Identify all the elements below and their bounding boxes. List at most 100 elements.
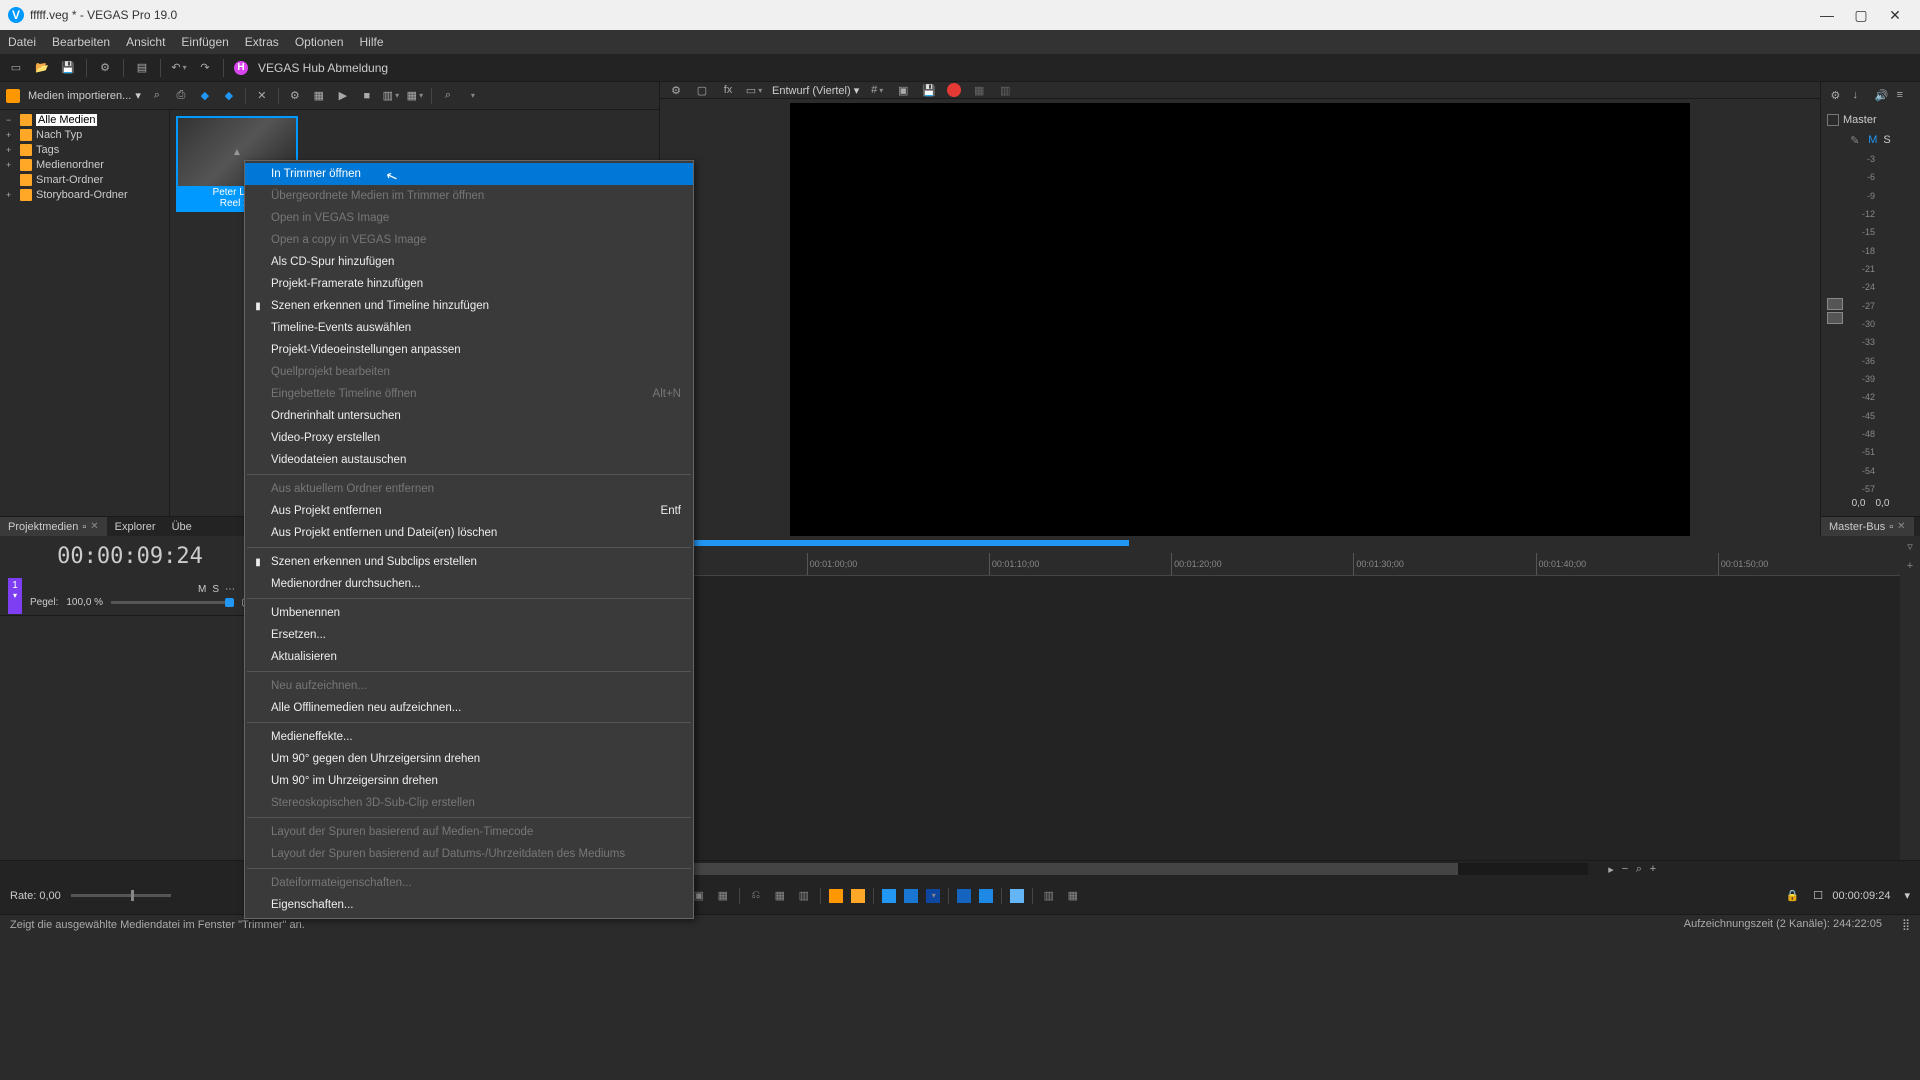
context-menu-item[interactable]: Videodateien austauschen (245, 449, 693, 471)
hub-logout-link[interactable]: VEGAS Hub Abmeldung (258, 61, 388, 75)
tab-close-icon[interactable]: ✕ (1897, 521, 1905, 532)
master-solo-button[interactable]: S (1883, 134, 1890, 146)
maximize-button[interactable]: ▢ (1844, 0, 1878, 30)
tab-square-icon[interactable]: ▫ (82, 521, 86, 533)
play-media-icon[interactable]: ▶ (335, 88, 351, 104)
color-tool-f[interactable] (957, 889, 971, 903)
master-mute-button[interactable]: M (1868, 134, 1877, 146)
auto-ripple-icon[interactable] (882, 889, 896, 903)
compositing-icon[interactable]: ▥ (1041, 888, 1057, 904)
context-menu-item[interactable]: Medieneffekte... (245, 726, 693, 748)
tree-item-by-type[interactable]: +Nach Typ (2, 127, 167, 142)
preview-scale-icon[interactable]: ▦ (971, 82, 987, 98)
tree-item-storyboard-bins[interactable]: +Storyboard-Ordner (2, 187, 167, 202)
menu-help[interactable]: Hilfe (360, 35, 384, 49)
context-menu-item[interactable]: Umbenennen (245, 602, 693, 624)
media-generators-icon[interactable]: ◆ (221, 88, 237, 104)
context-menu-item[interactable]: Als CD-Spur hinzufügen (245, 251, 693, 273)
timecode-menu-icon[interactable]: ▾ (1904, 889, 1910, 902)
media-props-icon[interactable]: ⚙ (287, 88, 303, 104)
meter-routing-icons[interactable] (1827, 298, 1843, 324)
context-menu-item[interactable]: Um 90° gegen den Uhrzeigersinn drehen (245, 748, 693, 770)
ignore-grouping-icon[interactable] (926, 889, 940, 903)
new-project-icon[interactable]: ▭ (8, 60, 24, 76)
menu-file[interactable]: Datei (8, 35, 36, 49)
context-menu-item[interactable]: Video-Proxy erstellen (245, 427, 693, 449)
remove-media-icon[interactable]: ✕ (254, 88, 270, 104)
menu-options[interactable]: Optionen (295, 35, 344, 49)
close-button[interactable]: ✕ (1878, 0, 1912, 30)
preview-record-icon[interactable] (947, 83, 961, 97)
context-menu-item[interactable]: Alle Offlinemedien neu aufzeichnen... (245, 697, 693, 719)
master-insert-icon[interactable]: ↓ (1853, 89, 1867, 103)
tree-item-smart-bins[interactable]: Smart-Ordner (2, 172, 167, 187)
track-fx-icon[interactable]: ⋯ (225, 584, 235, 595)
context-menu-item[interactable]: In Trimmer öffnen (245, 163, 693, 185)
lock-envelopes-icon[interactable] (904, 889, 918, 903)
preview-fx-icon[interactable]: fx (720, 82, 736, 98)
lock-icon[interactable]: 🔒 (1786, 889, 1800, 902)
preview-copy-icon[interactable]: ▣ (895, 82, 911, 98)
preview-quality-dropdown[interactable]: Entwurf (Viertel) ▾ (772, 84, 859, 97)
tab-masterbus[interactable]: Master-Bus ▫ ✕ (1821, 517, 1914, 536)
context-menu-item[interactable]: Ordnerinhalt untersuchen (245, 405, 693, 427)
master-meter[interactable]: -3-6-9-12-15-18-21-24-27-30-33-36-39-42-… (1821, 150, 1920, 498)
media-action-icon[interactable]: ▦ (311, 88, 327, 104)
tab-square-icon[interactable]: ▫ (1889, 521, 1893, 533)
view-mode-icon[interactable]: ▦ (407, 88, 423, 104)
media-import-dropdown[interactable]: Medien importieren... ▾ (28, 89, 141, 102)
preview-splitscreen-icon[interactable]: ▭ (746, 82, 762, 98)
preview-external-icon[interactable]: ▢ (694, 82, 710, 98)
context-menu-item[interactable]: Medienordner durchsuchen... (245, 573, 693, 595)
context-menu-item[interactable]: ▮Szenen erkennen und Timeline hinzufügen (245, 295, 693, 317)
redo-icon[interactable]: ↷ (197, 60, 213, 76)
snap-icon[interactable]: ⎌ (748, 888, 764, 904)
capture-video-icon[interactable]: ⌕ (149, 88, 165, 104)
color-tool-h[interactable] (1010, 889, 1024, 903)
track-solo-button[interactable]: S (212, 584, 219, 595)
color-tool-b[interactable] (851, 889, 865, 903)
menu-view[interactable]: Ansicht (126, 35, 165, 49)
minimize-button[interactable]: — (1810, 0, 1844, 30)
context-menu-item[interactable]: Aus Projekt entfernen und Datei(en) lösc… (245, 522, 693, 544)
tab-explorer[interactable]: Explorer (107, 517, 164, 536)
track-level-slider[interactable] (111, 601, 233, 604)
paste-icon[interactable]: ▦ (715, 888, 731, 904)
master-settings-icon[interactable]: ⚙ (1831, 89, 1845, 103)
preview-grid-icon[interactable]: # (869, 82, 885, 98)
context-menu-item[interactable]: Projekt-Framerate hinzufügen (245, 273, 693, 295)
context-menu-item[interactable]: Aktualisieren (245, 646, 693, 668)
master-dim-icon[interactable]: ≡ (1897, 89, 1911, 103)
capture-icon[interactable]: ⎙ (173, 88, 189, 104)
tree-item-media-bins[interactable]: +Medienordner (2, 157, 167, 172)
master-output-icon[interactable] (1827, 114, 1839, 126)
zoom-in-icon[interactable]: + (1646, 862, 1660, 876)
preview-save-icon[interactable]: 💾 (921, 82, 937, 98)
zoom-out-icon[interactable]: − (1618, 862, 1632, 876)
selection-timecode[interactable]: ☐ 00:00:09:24 (1813, 889, 1890, 902)
rate-slider[interactable] (71, 894, 171, 897)
hub-icon[interactable]: H (234, 61, 248, 75)
menu-insert[interactable]: Einfügen (181, 35, 228, 49)
undo-icon[interactable]: ↶ (171, 60, 187, 76)
context-menu-item[interactable]: Aus Projekt entfernenEntf (245, 500, 693, 522)
timecode-display[interactable]: 00:00:09:24 (0, 536, 260, 576)
context-menu-item[interactable]: Eigenschaften... (245, 894, 693, 916)
tab-projectmedia[interactable]: Projektmedien ▫ ✕ (0, 517, 107, 536)
render-icon[interactable]: ▤ (134, 60, 150, 76)
context-menu-item[interactable]: ▮Szenen erkennen und Subclips erstellen (245, 551, 693, 573)
marker-tool-icon[interactable]: ▿ (1907, 540, 1913, 553)
open-icon[interactable]: 📂 (34, 60, 50, 76)
snap-grid-icon[interactable]: ▦ (772, 888, 788, 904)
media-import-icon[interactable] (6, 89, 20, 103)
master-volume-icon[interactable]: 🔊 (1875, 89, 1889, 103)
preview-settings-icon[interactable]: ⚙ (668, 82, 684, 98)
color-tool-a[interactable] (829, 889, 843, 903)
menu-edit[interactable]: Bearbeiten (52, 35, 110, 49)
preview-more-icon[interactable]: ▥ (997, 82, 1013, 98)
color-tool-g[interactable] (979, 889, 993, 903)
tree-item-all-media[interactable]: −Alle Medien (2, 112, 167, 127)
menu-extras[interactable]: Extras (245, 35, 279, 49)
context-menu-item[interactable]: Ersetzen... (245, 624, 693, 646)
zoom-icon[interactable]: ⌕ (1632, 862, 1646, 876)
